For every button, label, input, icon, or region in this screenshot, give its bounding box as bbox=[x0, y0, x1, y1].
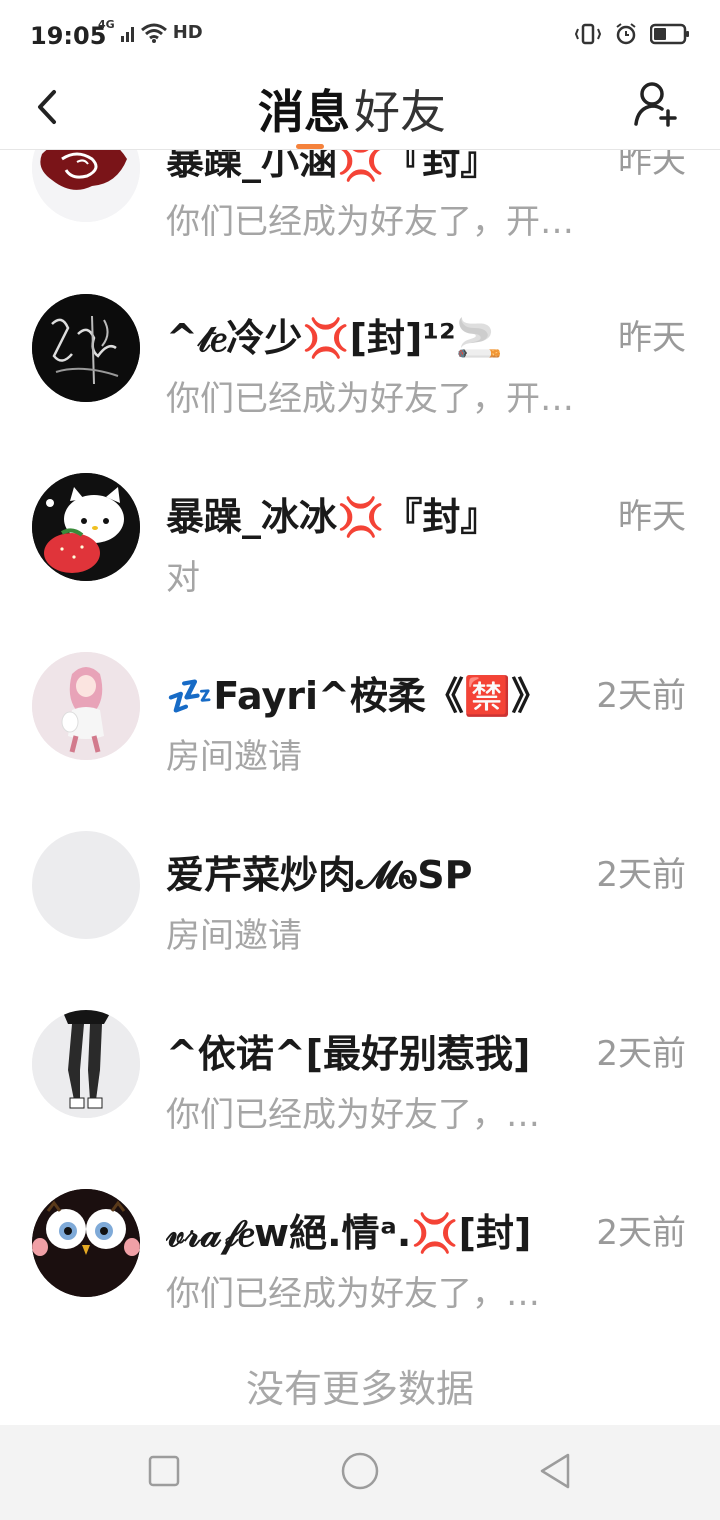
message-time: 昨天 bbox=[618, 318, 686, 358]
message-time: 2天前 bbox=[596, 1213, 686, 1253]
status-time: 19:05 bbox=[30, 22, 107, 50]
back-nav-button[interactable] bbox=[536, 1451, 576, 1491]
contact-name: 暴躁_小涵💢『封』 bbox=[166, 150, 499, 183]
rose-avatar[interactable] bbox=[32, 150, 140, 222]
conversation-row[interactable]: ^𝓉𝑒冷少💢[封]¹²🚬 昨天 你们已经成为好友了，开始聊天吧 bbox=[0, 270, 720, 449]
hello-kitty-avatar[interactable] bbox=[32, 473, 140, 581]
header-tabs: 消息 好友 bbox=[258, 74, 446, 150]
signal-icon bbox=[120, 26, 134, 42]
message-time: 2天前 bbox=[596, 855, 686, 895]
contact-name: ^依诺^[最好别惹我] bbox=[166, 1032, 531, 1076]
conversation-row[interactable]: 爱芹菜炒肉𝓜ꮻSP 2天前 房间邀请 bbox=[0, 807, 720, 986]
message-time: 昨天 bbox=[618, 497, 686, 537]
status-right-icons bbox=[574, 22, 690, 46]
contact-name: 𝓋𝓇𝒶𝒻𝑒w絕.情ᵃ.💢[封] bbox=[166, 1211, 532, 1255]
message-preview: 你们已经成为好友了，开始聊天吧 bbox=[166, 1274, 566, 1314]
message-time: 2天前 bbox=[596, 676, 686, 716]
end-of-list-text: 没有更多数据 bbox=[245, 1367, 474, 1411]
hd-label: HD bbox=[172, 22, 203, 43]
message-preview: 房间邀请 bbox=[166, 916, 302, 956]
conversation-row[interactable]: 暴躁_冰冰💢『封』 昨天 对 bbox=[0, 449, 720, 628]
dark-sketch-avatar[interactable] bbox=[32, 294, 140, 402]
vibrate-icon bbox=[574, 23, 602, 45]
owl-avatar[interactable] bbox=[32, 1189, 140, 1297]
wifi-icon bbox=[140, 23, 167, 43]
network-type-label: 4G bbox=[98, 18, 115, 31]
message-preview: 你们已经成为好友了，开始聊天吧 bbox=[166, 379, 596, 419]
back-button[interactable] bbox=[26, 82, 70, 132]
status-left-icons: 4G HD bbox=[98, 18, 203, 43]
chevron-left-icon bbox=[38, 90, 56, 124]
contact-name: 爱芹菜炒肉𝓜ꮻSP bbox=[166, 853, 473, 897]
circle-icon bbox=[341, 1452, 379, 1490]
top-navigation-bar: 消息 好友 bbox=[0, 74, 720, 150]
message-time: 2天前 bbox=[596, 1034, 686, 1074]
message-preview: 对 bbox=[166, 558, 200, 598]
add-friend-button[interactable] bbox=[632, 78, 680, 130]
anime-girl-avatar[interactable] bbox=[32, 652, 140, 760]
tab-friends[interactable]: 好友 bbox=[354, 82, 446, 142]
message-preview: 你们已经成为好友了，开始聊天吧 bbox=[166, 202, 596, 242]
conversation-row[interactable]: ^依诺^[最好别惹我] 2天前 你们已经成为好友了，开始聊天吧 bbox=[0, 986, 720, 1165]
battery-icon bbox=[650, 23, 689, 45]
message-preview: 你们已经成为好友了，开始聊天吧 bbox=[166, 1095, 566, 1135]
conversation-row[interactable]: 𝓋𝓇𝒶𝒻𝑒w絕.情ᵃ.💢[封] 2天前 你们已经成为好友了，开始聊天吧 bbox=[0, 1165, 720, 1344]
active-tab-indicator bbox=[296, 144, 324, 149]
contact-name: 暴躁_冰冰💢『封』 bbox=[166, 495, 499, 539]
legs-avatar[interactable] bbox=[32, 1010, 140, 1118]
conversation-row[interactable]: 暴躁_小涵💢『封』 昨天 你们已经成为好友了，开始聊天吧 bbox=[0, 150, 720, 270]
recent-apps-button[interactable] bbox=[144, 1451, 184, 1491]
triangle-back-icon bbox=[540, 1453, 570, 1489]
square-icon bbox=[148, 1455, 180, 1487]
message-preview: 房间邀请 bbox=[166, 737, 302, 777]
contact-name: 💤Fayri^桉柔《🈲》 bbox=[166, 674, 550, 718]
add-friend-icon bbox=[634, 82, 677, 127]
system-navigation-bar bbox=[0, 1425, 720, 1520]
conversation-list[interactable]: 暴躁_小涵💢『封』 昨天 你们已经成为好友了，开始聊天吧 ^𝓉𝑒冷少💢[封]¹²… bbox=[0, 150, 720, 1425]
message-time: 昨天 bbox=[618, 150, 686, 181]
tab-messages[interactable]: 消息 bbox=[258, 82, 350, 142]
contact-name: ^𝓉𝑒冷少💢[封]¹²🚬 bbox=[166, 316, 503, 360]
status-bar: 19:05 4G HD bbox=[0, 0, 720, 74]
alarm-icon bbox=[616, 23, 636, 45]
blank-avatar[interactable] bbox=[32, 831, 140, 939]
home-button[interactable] bbox=[340, 1451, 380, 1491]
conversation-row[interactable]: 💤Fayri^桉柔《🈲》 2天前 房间邀请 bbox=[0, 628, 720, 807]
